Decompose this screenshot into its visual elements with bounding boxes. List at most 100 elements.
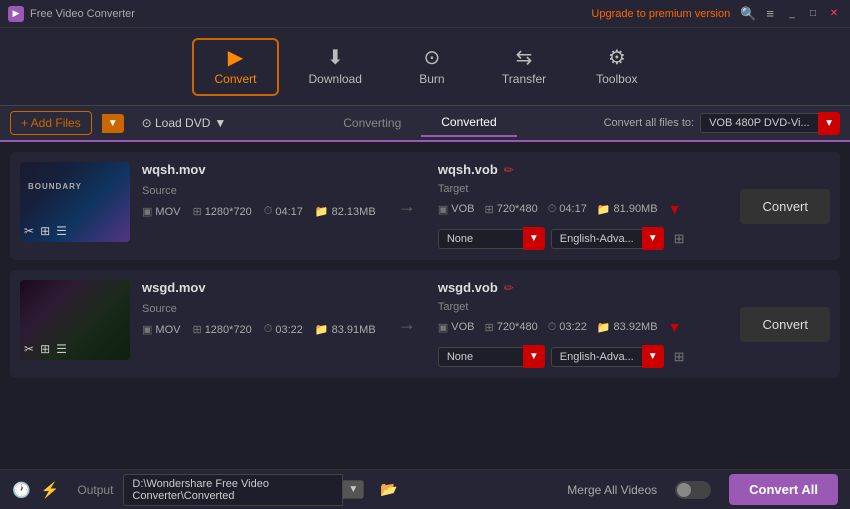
transfer-nav-icon: ⇆ [516,48,533,68]
subtitle-select-wrapper-1: None ▼ [438,227,545,250]
size-icon-1: 📁 [315,205,329,218]
format-dropdown-2: None ▼ English-Adva... ▼ ⊞ [438,345,719,368]
nav-transfer[interactable]: ⇆ Transfer [482,40,566,94]
duration-icon-2: ⏱ [264,323,273,336]
file-item-2: ✂ ⊞ ☰ wsgd.mov Source ▣ MOV ⊞ 1280*720 ⏱… [10,270,840,378]
audio-caret-1[interactable]: ▼ [642,227,664,250]
add-files-button[interactable]: + Add Files [10,111,92,135]
size-icon-2: 📁 [315,323,329,336]
minimize-button[interactable]: _ [784,7,800,21]
audio-select-wrapper-2: English-Adva... ▼ [551,345,664,368]
bottom-bar: 🕐 ⚡ Output D:\Wondershare Free Video Con… [0,469,850,509]
nav-toolbox-label: Toolbox [596,72,637,86]
subtitle-caret-2[interactable]: ▼ [523,345,545,368]
audio-select-2[interactable]: English-Adva... [551,347,642,367]
target-meta-2: ▣ VOB ⊞ 720*480 ⏱ 03:22 📁 83.92MB ▼ [438,319,719,335]
app-icon: ▶ [8,6,24,22]
convert-all-button[interactable]: Convert All [729,474,838,505]
toolbar: + Add Files ▼ ⊙ Load DVD ▼ Converting Co… [0,106,850,142]
bottom-icons: 🕐 ⚡ [12,481,59,499]
format-select[interactable]: VOB 480P DVD-Vi... [700,113,818,133]
source-size-1: 📁 82.13MB [315,205,376,218]
merge-label: Merge All Videos [567,483,657,497]
list-icon-2[interactable]: ☰ [56,342,67,356]
close-button[interactable]: ✕ [826,7,842,21]
subtitle-select-2[interactable]: None [438,347,523,367]
t-resolution-icon-2: ⊞ [484,321,493,334]
output-caret[interactable]: ▼ [343,480,364,499]
source-resolution-2: ⊞ 1280*720 [192,323,251,336]
source-filename-2: wsgd.mov [142,280,376,295]
load-dvd-button[interactable]: ⊙ Load DVD ▼ [132,112,237,134]
load-dvd-dropdown-icon[interactable]: ▼ [214,116,226,130]
source-format-1: ▣ MOV [142,205,180,218]
target-format-dropdown-2[interactable]: ▼ [668,319,682,335]
burn-nav-icon: ⊙ [424,48,441,68]
subtitle-caret-1[interactable]: ▼ [523,227,545,250]
t-duration-icon-2: ⏱ [548,321,557,334]
target-filename-2: wsgd.vob [438,280,498,295]
thumbnail-1: ✂ ⊞ ☰ [20,162,130,242]
toolbox-nav-icon: ⚙ [608,48,626,68]
source-meta-2: ▣ MOV ⊞ 1280*720 ⏱ 03:22 📁 83.91MB [142,323,376,336]
clock-icon[interactable]: 🕐 [12,481,31,499]
convert-button-2[interactable]: Convert [740,307,830,342]
target-format-1: ▣ VOB [438,203,475,216]
audio-select-1[interactable]: English-Adva... [551,229,642,249]
add-files-dropdown[interactable]: ▼ [102,114,124,133]
adjust-icon-1[interactable]: ⊞ [674,231,685,247]
nav-convert-label: Convert [214,72,256,86]
adjust-icon-2[interactable]: ⊞ [674,349,685,365]
load-dvd-label: ⊙ Load DVD [142,116,211,130]
menu-icon[interactable]: ≡ [766,6,774,21]
arrow-1: → [388,162,426,250]
cut-icon-2[interactable]: ✂ [24,342,34,356]
convert-nav-icon: ▶ [228,48,243,68]
tab-converted[interactable]: Converted [421,109,516,137]
file-item-1: ✂ ⊞ ☰ wqsh.mov Source ▣ MOV ⊞ 1280*720 ⏱… [10,152,840,260]
nav-toolbox[interactable]: ⚙ Toolbox [576,40,657,94]
format-icon-2: ▣ [142,323,152,336]
t-resolution-icon-1: ⊞ [484,203,493,216]
title-bar-left: ▶ Free Video Converter [8,6,135,22]
target-area-2: wsgd.vob ✏ Target ▣ VOB ⊞ 720*480 ⏱ 03:2… [438,280,719,368]
list-icon-1[interactable]: ☰ [56,224,67,238]
target-resolution-2: ⊞ 720*480 [484,321,537,334]
nav-convert[interactable]: ▶ Convert [192,38,278,96]
duration-icon-1: ⏱ [264,205,273,218]
convert-btn-area-1: Convert [730,162,830,250]
file-info-1: wqsh.mov Source ▣ MOV ⊞ 1280*720 ⏱ 04:17… [142,162,376,250]
audio-caret-2[interactable]: ▼ [642,345,664,368]
lightning-icon[interactable]: ⚡ [41,481,60,499]
win-controls: _ □ ✕ [784,7,842,21]
target-meta-1: ▣ VOB ⊞ 720*480 ⏱ 04:17 📁 81.90MB ▼ [438,201,719,217]
target-format-dropdown-1[interactable]: ▼ [668,201,682,217]
edit-icon-1[interactable]: ✏ [504,163,514,177]
folder-icon[interactable]: 📂 [380,481,397,498]
nav-burn-label: Burn [419,72,444,86]
nav-burn[interactable]: ⊙ Burn [392,40,472,94]
crop-icon-1[interactable]: ⊞ [40,224,50,238]
edit-icon-2[interactable]: ✏ [504,281,514,295]
target-name-row-2: wsgd.vob ✏ [438,280,719,295]
convert-btn-area-2: Convert [730,280,830,368]
t-format-icon-2: ▣ [438,321,448,334]
nav-download-label: Download [309,72,362,86]
upgrade-link[interactable]: Upgrade to premium version [591,8,730,20]
nav-download[interactable]: ⬇ Download [289,40,382,94]
cut-icon-1[interactable]: ✂ [24,224,34,238]
format-select-caret[interactable]: ▼ [818,112,840,135]
convert-button-1[interactable]: Convert [740,189,830,224]
target-duration-1: ⏱ 04:17 [548,203,587,216]
resolution-icon-1: ⊞ [192,205,201,218]
search-icon[interactable]: 🔍 [740,6,756,22]
target-filename-1: wqsh.vob [438,162,498,177]
source-duration-2: ⏱ 03:22 [264,323,303,336]
tab-converting[interactable]: Converting [323,109,421,137]
subtitle-select-1[interactable]: None [438,229,523,249]
merge-toggle[interactable] [675,481,711,499]
crop-icon-2[interactable]: ⊞ [40,342,50,356]
add-files-label: + Add Files [21,116,81,130]
maximize-button[interactable]: □ [805,7,821,21]
output-path[interactable]: D:\Wondershare Free Video Converter\Conv… [123,474,343,506]
